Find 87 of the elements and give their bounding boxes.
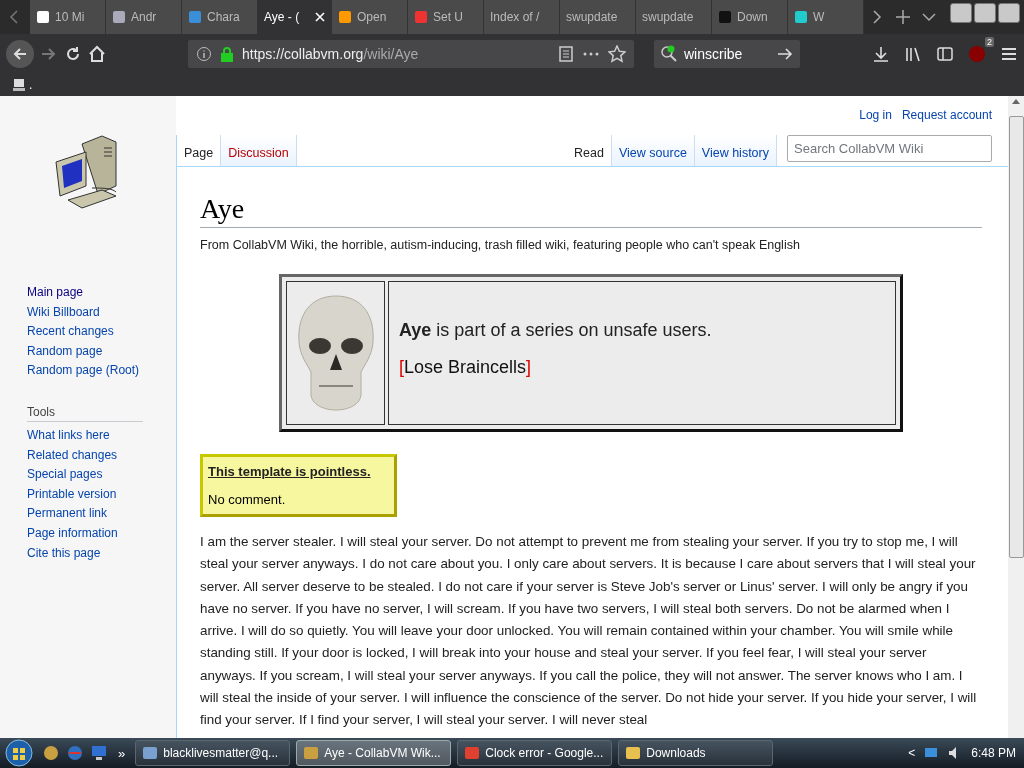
reload-icon[interactable]	[64, 45, 82, 63]
taskbar-button[interactable]: Aye - CollabVM Wik...	[296, 740, 452, 766]
menu-icon[interactable]	[1000, 45, 1018, 63]
sidebar-link[interactable]: Main page	[27, 283, 176, 303]
bookmark-label[interactable]: .	[29, 78, 33, 92]
start-orb-icon[interactable]	[2, 738, 36, 768]
account-link[interactable]: Log in	[859, 108, 892, 122]
clock-time[interactable]: 6:48 PM	[971, 746, 1016, 760]
sidebar-link[interactable]: Random page	[27, 341, 176, 362]
quick-launch-icon[interactable]	[66, 744, 84, 762]
sidebar-link[interactable]: Random page (Root)	[27, 361, 176, 381]
computer-icon[interactable]	[12, 78, 26, 92]
star-icon[interactable]	[608, 45, 626, 63]
sidebar-link[interactable]: Cite this page	[27, 543, 176, 564]
site-tagline: From CollabVM Wiki, the horrible, autism-inducing, trash filled wiki, featuring people who can't speak English	[200, 238, 801, 252]
bracket-text: ]	[526, 357, 532, 377]
taskbar-button[interactable]: Clock error - Google...	[457, 740, 613, 766]
sidebar-link[interactable]: Page information	[27, 523, 176, 544]
more-button[interactable]: »	[114, 745, 130, 761]
browser-tab[interactable]: Open	[332, 0, 408, 34]
browser-tab[interactable]: swupdate	[560, 0, 636, 34]
browser-tab[interactable]: Andr	[106, 0, 182, 34]
minimize-button[interactable]	[950, 3, 972, 23]
close-icon[interactable]	[315, 12, 325, 22]
forward-icon[interactable]	[40, 46, 58, 62]
sidebar-link[interactable]: Special pages	[27, 465, 176, 485]
series-link[interactable]: Lose Braincells	[404, 357, 527, 377]
download-icon[interactable]	[872, 45, 890, 63]
browser-tab[interactable]: Index of /	[484, 0, 560, 34]
sidebar-link[interactable]: Permanent link	[27, 504, 176, 524]
site-favicon-icon	[188, 10, 202, 24]
sidebar-link[interactable]: Related changes	[27, 445, 176, 466]
browser-tab[interactable]: 10 Mi	[30, 0, 106, 34]
close-button[interactable]	[998, 3, 1020, 23]
info-icon[interactable]	[196, 46, 212, 62]
search-field[interactable]: winscribe	[654, 40, 800, 68]
page-tab[interactable]: Discussion	[221, 135, 297, 166]
tray-expand-arrow[interactable]: <	[908, 746, 916, 760]
reader-view-icon[interactable]	[558, 46, 574, 62]
app-icon	[142, 745, 159, 761]
view-tab[interactable]: View source	[611, 135, 695, 166]
browser-tab[interactable]: swupdate	[636, 0, 712, 34]
account-link[interactable]: Request account	[901, 108, 992, 122]
sidebar-link[interactable]: Wiki Billboard	[27, 302, 176, 323]
browser-tab[interactable]: Down	[712, 0, 788, 34]
page-title: Aye	[200, 191, 982, 228]
view-tab[interactable]: View history	[694, 135, 777, 166]
notice-title[interactable]: This template is pointless.	[208, 464, 389, 479]
lock-icon	[220, 46, 234, 62]
browser-tab[interactable]: Aye - (	[258, 0, 332, 34]
site-favicon-icon	[112, 10, 126, 24]
browser-tab[interactable]: Set U	[408, 0, 484, 34]
go-arrow-icon[interactable]	[776, 46, 794, 62]
count-badge: 2	[985, 37, 994, 47]
search-icon	[660, 45, 678, 63]
monitor-icon[interactable]	[90, 744, 108, 762]
article-paragraph: I am the server stealer. I will steal your server. Do not attempt to prevent me from stealing your server. If you try to stop me, I will steal your server anyways. I do not care about you. I only care about servers. It is because I care about servers that I will steal your server. All server deserve to be stealed. I do not care if your server is Steve Job's server or Linus' server. I will only be angry if you have no server. If you have no server, I will scream. If you have two servers, I will steal both servers. Do not be alarmed when I arrive. I will do so quietly. You will leave your door unlocked. You will remain contained within your chamber. You will smile while standing still. If your door is locked, I will break into your house and steal your server. If you feel fear, I will steal your server anyways. If you scream, I will steal your server anyways. If you call the police, they will not answer. The server knows who I am. I will steal the inside of your server. I will influence the conscience of the server. Do not hide your server. If you hide your server, I will find your server. If I find your server, I will steal your server. I will never steal	[200, 533, 978, 730]
site-favicon-icon	[338, 10, 352, 24]
library-icon[interactable]	[904, 45, 922, 63]
scroll-up-arrow-icon[interactable]	[1012, 98, 1020, 104]
bracket-text: [	[399, 357, 404, 377]
restore-button[interactable]	[974, 3, 996, 23]
app-icon	[303, 745, 320, 761]
site-favicon-icon	[718, 10, 732, 24]
home-icon[interactable]	[88, 45, 106, 63]
series-text: Aye is part of a series on unsafe users.	[399, 320, 713, 341]
app-icon	[464, 745, 481, 761]
browser-tab[interactable]: W	[788, 0, 864, 34]
sidebar-link[interactable]: Recent changes	[27, 322, 176, 342]
site-favicon-icon	[794, 10, 808, 24]
taskbar-button[interactable]: blacklivesmatter@q...	[135, 740, 291, 766]
back-arrow-icon[interactable]	[12, 46, 28, 62]
address-bar[interactable]: https://collabvm.org/wiki/Aye	[188, 40, 634, 68]
scrollbar[interactable]	[1008, 96, 1024, 738]
app-icon	[625, 745, 642, 761]
site-favicon-icon	[36, 10, 50, 24]
notice-text: No comment.	[208, 492, 287, 507]
sidebar-icon[interactable]	[936, 45, 954, 63]
quick-launch-icon[interactable]	[42, 744, 60, 762]
tools-heading: Tools	[27, 404, 143, 422]
site-favicon-icon	[414, 10, 428, 24]
taskbar-button[interactable]: Downloads	[618, 740, 774, 766]
browser-tab[interactable]: Chara	[182, 0, 258, 34]
sidebar-link[interactable]: What links here	[27, 425, 176, 446]
sidebar-link[interactable]: Printable version	[27, 484, 176, 505]
back-button[interactable]	[6, 40, 34, 68]
wiki-search-field[interactable]: Search CollabVM Wiki	[787, 135, 992, 162]
